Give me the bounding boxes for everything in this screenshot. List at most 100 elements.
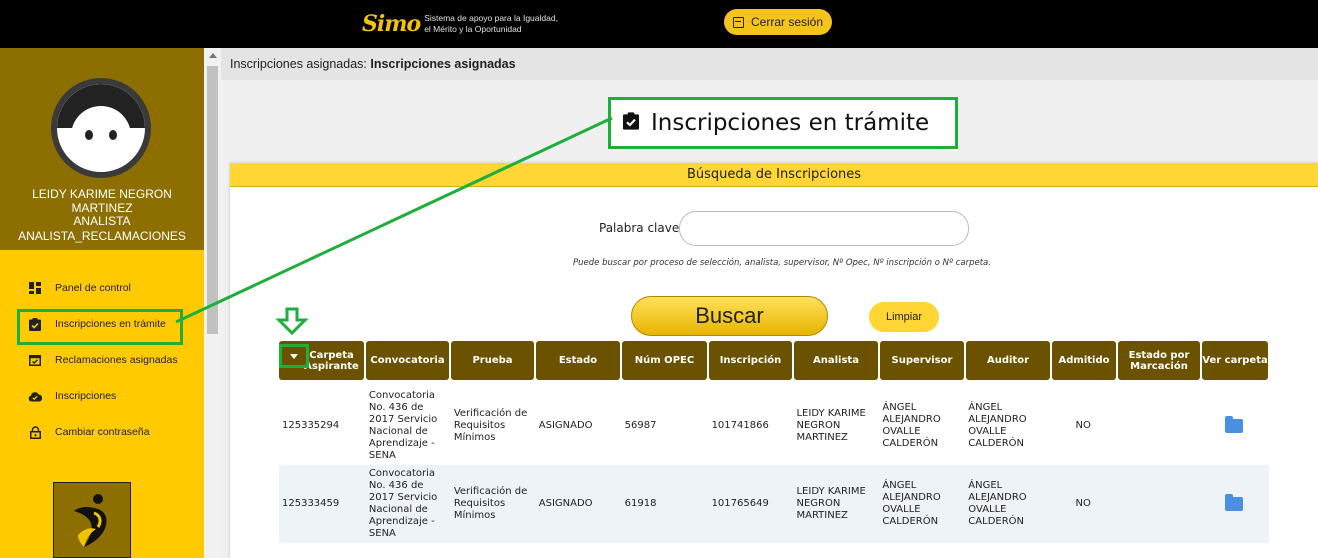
table-row[interactable]: 125333459 Convocatoria No. 436 de 2017 S… bbox=[279, 465, 1269, 543]
breadcrumb-current: Inscripciones asignadas bbox=[370, 57, 516, 71]
col-auditor[interactable]: Auditor bbox=[966, 341, 1050, 380]
cell-prueba: Verificación de Requisitos Mínimos bbox=[453, 486, 528, 521]
cell-prueba: Verificación de Requisitos Mínimos bbox=[453, 408, 528, 443]
col-carpeta[interactable]: Carpeta Aspirante bbox=[279, 341, 364, 380]
sidebar-item-reclamaciones-asignadas[interactable]: Reclamaciones asignadas bbox=[0, 342, 204, 378]
cell-inscripcion: 101765649 bbox=[711, 498, 769, 509]
sidebar: LEIDY KARIME NEGRON MARTINEZ ANALISTA AN… bbox=[0, 48, 204, 558]
sidebar-scrollbar[interactable] bbox=[204, 48, 221, 558]
sidebar-item-inscripciones-en-tramite[interactable]: Inscripciones en trámite bbox=[0, 306, 204, 345]
col-label: Inscripción bbox=[719, 355, 782, 366]
cell-estado: ASIGNADO bbox=[538, 420, 593, 431]
dashboard-icon bbox=[28, 281, 42, 295]
cell-opec: 56987 bbox=[624, 420, 657, 431]
scroll-up-arrow-icon[interactable] bbox=[209, 53, 217, 58]
avatar bbox=[51, 78, 151, 178]
sidebar-item-label: Cambiar contraseña bbox=[55, 426, 150, 438]
logout-icon bbox=[732, 16, 744, 28]
folder-icon bbox=[1225, 416, 1244, 433]
cloud-check-icon bbox=[28, 389, 42, 403]
col-estado[interactable]: Estado bbox=[536, 341, 620, 380]
col-estado-marcacion[interactable]: Estado por Marcación bbox=[1118, 341, 1200, 380]
cell-auditor: ÁNGEL ALEJANDRO OVALLE CALDERÓN bbox=[968, 402, 1027, 449]
role-line-2: ANALISTA_RECLAMACIONES bbox=[18, 229, 186, 243]
cell-convocatoria: Convocatoria No. 436 de 2017 Servicio Na… bbox=[368, 468, 438, 539]
clipboard-check-icon bbox=[623, 112, 639, 134]
cell-analista: LEIDY KARIME NEGRON MARTINEZ bbox=[796, 486, 866, 521]
col-admitido[interactable]: Admitido bbox=[1052, 341, 1116, 380]
breadcrumb-prefix: Inscripciones asignadas: bbox=[230, 57, 367, 71]
breadcrumb: Inscripciones asignadas: Inscripciones a… bbox=[221, 48, 1318, 80]
folder-icon bbox=[1225, 494, 1244, 511]
col-label: Estado por Marcación bbox=[1128, 349, 1190, 372]
col-ver-carpeta[interactable]: Ver carpeta bbox=[1202, 341, 1268, 380]
clear-button[interactable]: Limpiar bbox=[869, 302, 939, 332]
cell-opec: 61918 bbox=[624, 498, 657, 509]
page-title-box: Inscripciones en trámite bbox=[608, 97, 958, 149]
cell-carpeta: 125333459 bbox=[282, 498, 340, 509]
search-hint: Puede buscar por proceso de selección, a… bbox=[573, 258, 991, 268]
logout-label: Cerrar sesión bbox=[750, 15, 824, 29]
keyword-label: Palabra clave bbox=[599, 221, 680, 235]
col-label: Ver carpeta bbox=[1202, 355, 1268, 366]
col-supervisor[interactable]: Supervisor bbox=[880, 341, 964, 380]
panel-title: Búsqueda de Inscripciones bbox=[230, 163, 1318, 187]
sidebar-item-cambiar-contrasena[interactable]: Cambiar contraseña bbox=[0, 414, 204, 450]
user-name: LEIDY KARIME NEGRON MARTINEZ bbox=[32, 187, 172, 215]
col-analista[interactable]: Analista bbox=[794, 341, 878, 380]
role-line-1: ANALISTA bbox=[73, 214, 131, 228]
view-folder-button[interactable] bbox=[1201, 494, 1267, 511]
cell-convocatoria: Convocatoria No. 436 de 2017 Servicio Na… bbox=[368, 390, 438, 461]
cell-admitido: NO bbox=[1075, 420, 1091, 431]
user-profile: LEIDY KARIME NEGRON MARTINEZ ANALISTA AN… bbox=[0, 48, 204, 250]
emblem-figure-icon bbox=[74, 494, 107, 547]
col-label: Admitido bbox=[1058, 355, 1110, 366]
cell-supervisor: ÁNGEL ALEJANDRO OVALLE CALDERÓN bbox=[882, 402, 941, 449]
view-folder-button[interactable] bbox=[1201, 416, 1267, 433]
sort-down-icon bbox=[290, 353, 298, 359]
sort-toggle[interactable] bbox=[279, 344, 309, 368]
col-label: Núm OPEC bbox=[634, 355, 695, 366]
cell-auditor: ÁNGEL ALEJANDRO OVALLE CALDERÓN bbox=[968, 480, 1027, 527]
sidebar-item-label: Reclamaciones asignadas bbox=[55, 354, 178, 366]
table-body: 125335294 Convocatoria No. 436 de 2017 S… bbox=[279, 387, 1269, 543]
col-label: Convocatoria bbox=[370, 355, 445, 366]
cell-admitido: NO bbox=[1075, 498, 1091, 509]
sidebar-item-label: Inscripciones bbox=[55, 390, 117, 402]
col-label: Analista bbox=[813, 355, 859, 366]
cell-estado: ASIGNADO bbox=[538, 498, 593, 509]
cell-analista: LEIDY KARIME NEGRON MARTINEZ bbox=[796, 408, 866, 443]
sidebar-item-label: Panel de control bbox=[55, 282, 131, 294]
top-bar: Simo Sistema de apoyo para la Igualdad, … bbox=[0, 0, 1318, 48]
logo-mark: Simo bbox=[362, 11, 421, 37]
brand-emblem bbox=[53, 482, 131, 558]
search-button[interactable]: Buscar bbox=[631, 296, 828, 336]
table-header: Carpeta Aspirante Convocatoria Prueba Es… bbox=[279, 341, 1270, 380]
cell-carpeta: 125335294 bbox=[282, 420, 340, 431]
logo-text: Sistema de apoyo para la Igualdad, el Mé… bbox=[424, 13, 558, 34]
cell-inscripcion: 101741866 bbox=[711, 420, 769, 431]
table-row[interactable]: 125335294 Convocatoria No. 436 de 2017 S… bbox=[279, 387, 1269, 465]
col-label: Supervisor bbox=[891, 355, 953, 366]
sidebar-item-inscripciones[interactable]: Inscripciones bbox=[0, 378, 204, 414]
search-panel: Búsqueda de Inscripciones Palabra clave … bbox=[230, 163, 1318, 558]
main-content: Inscripciones asignadas: Inscripciones a… bbox=[221, 48, 1318, 558]
sidebar-menu: Panel de control Inscripciones en trámit… bbox=[0, 270, 204, 450]
scroll-thumb[interactable] bbox=[207, 66, 218, 334]
sidebar-item-label: Inscripciones en trámite bbox=[55, 318, 166, 330]
col-label: Auditor bbox=[986, 355, 1030, 366]
page-title: Inscripciones en trámite bbox=[651, 110, 930, 136]
simo-logo[interactable]: Simo Sistema de apoyo para la Igualdad, … bbox=[362, 8, 558, 40]
user-role: ANALISTA ANALISTA_RECLAMACIONES bbox=[0, 214, 204, 244]
sidebar-item-panel-de-control[interactable]: Panel de control bbox=[0, 270, 204, 306]
calendar-check-icon bbox=[28, 353, 42, 367]
col-convocatoria[interactable]: Convocatoria bbox=[366, 341, 449, 380]
keyword-input[interactable] bbox=[679, 211, 969, 246]
col-prueba[interactable]: Prueba bbox=[451, 341, 534, 380]
lock-icon bbox=[28, 425, 42, 439]
col-inscripcion[interactable]: Inscripción bbox=[709, 341, 792, 380]
logout-button[interactable]: Cerrar sesión bbox=[724, 9, 832, 35]
cell-supervisor: ÁNGEL ALEJANDRO OVALLE CALDERÓN bbox=[882, 480, 941, 527]
col-label: Estado bbox=[558, 355, 598, 366]
col-opec[interactable]: Núm OPEC bbox=[622, 341, 707, 380]
